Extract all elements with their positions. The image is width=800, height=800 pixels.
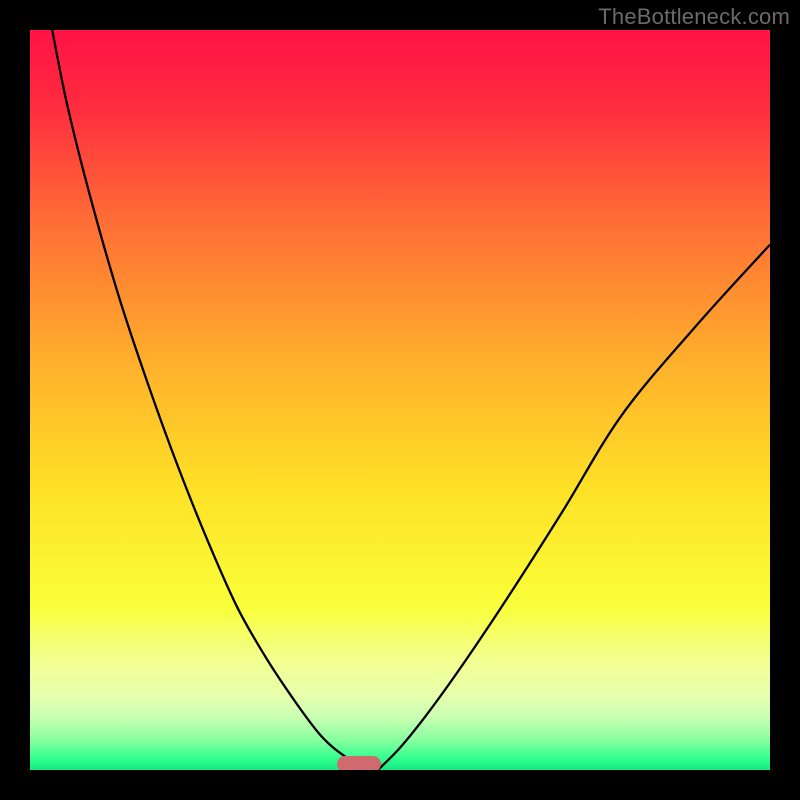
gradient-background: [30, 30, 770, 770]
optimum-marker: [337, 756, 381, 770]
plot-area: [30, 30, 770, 770]
watermark-label: TheBottleneck.com: [598, 4, 790, 30]
bottleneck-curve-chart: [30, 30, 770, 770]
chart-frame: TheBottleneck.com: [0, 0, 800, 800]
